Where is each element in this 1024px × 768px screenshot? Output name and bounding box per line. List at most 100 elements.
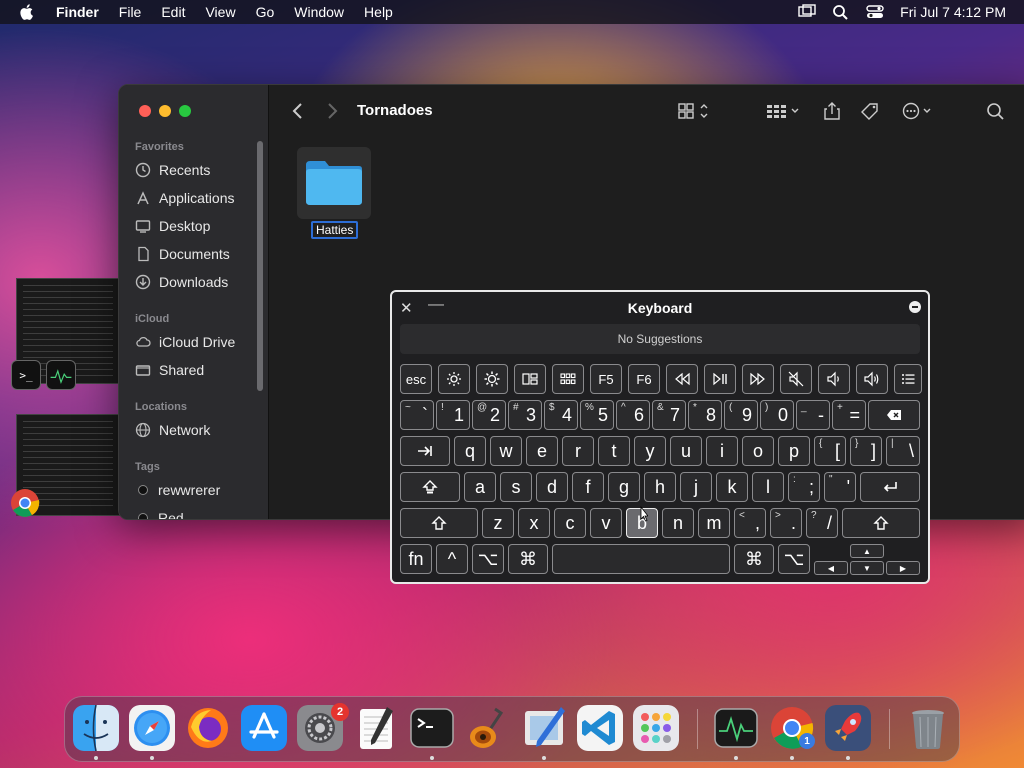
key-2[interactable]: @2	[472, 400, 506, 430]
keyboard-options-icon[interactable]	[909, 301, 921, 313]
dock-app-store-icon[interactable]	[241, 705, 287, 751]
menu-help[interactable]: Help	[364, 4, 393, 20]
apple-menu-icon[interactable]	[18, 3, 36, 21]
sidebar-tag-red[interactable]: Red	[135, 507, 184, 519]
key-h[interactable]: h	[644, 472, 676, 502]
key-control[interactable]: ^	[436, 544, 468, 574]
key-4[interactable]: $4	[544, 400, 578, 430]
key-backslash[interactable]: | \	[886, 436, 920, 466]
key-3[interactable]: #3	[508, 400, 542, 430]
group-by-grid-icon[interactable]	[765, 101, 803, 121]
key-n[interactable]: n	[662, 508, 694, 538]
dock-safari-icon[interactable]	[129, 705, 175, 751]
key-f[interactable]: f	[572, 472, 604, 502]
key-o[interactable]: o	[742, 436, 774, 466]
minimize-button[interactable]	[159, 105, 171, 117]
dock-garageband-icon[interactable]	[465, 705, 511, 751]
sidebar-item-documents[interactable]: Documents	[135, 243, 230, 265]
key-space[interactable]	[552, 544, 730, 574]
dock-launchpad-icon[interactable]	[633, 705, 679, 751]
key-comma[interactable]: <,	[734, 508, 766, 538]
key-v[interactable]: v	[590, 508, 622, 538]
key-f5[interactable]: F5	[590, 364, 622, 394]
key-semicolon[interactable]: :;	[788, 472, 820, 502]
volume-up-icon[interactable]	[856, 364, 888, 394]
key-i[interactable]: i	[706, 436, 738, 466]
sidebar-item-downloads[interactable]: Downloads	[135, 271, 228, 293]
key-f6[interactable]: F6	[628, 364, 660, 394]
menu-view[interactable]: View	[205, 4, 235, 20]
menu-edit[interactable]: Edit	[161, 4, 185, 20]
launchpad-icon[interactable]	[552, 364, 584, 394]
dock-rocket-app-icon[interactable]	[825, 705, 871, 751]
sidebar-item-icloud-drive[interactable]: iCloud Drive	[135, 331, 235, 353]
key-equals[interactable]: + =	[832, 400, 866, 430]
key-1[interactable]: ! 1	[436, 400, 470, 430]
key-p[interactable]: p	[778, 436, 810, 466]
key-l[interactable]: l	[752, 472, 784, 502]
menu-app-name[interactable]: Finder	[56, 4, 99, 20]
key-t[interactable]: t	[598, 436, 630, 466]
key-c[interactable]: c	[554, 508, 586, 538]
tab-key-icon[interactable]	[400, 436, 450, 466]
key-command-left[interactable]: ⌘	[508, 544, 548, 574]
right-shift-key-icon[interactable]	[842, 508, 920, 538]
rewind-icon[interactable]	[666, 364, 698, 394]
arrow-left-icon[interactable]: ◀	[814, 561, 848, 575]
activity-monitor-icon[interactable]	[46, 360, 76, 390]
zoom-button[interactable]	[179, 105, 191, 117]
dock-activity-monitor-icon[interactable]	[713, 705, 759, 751]
folder-name-editing-field[interactable]: Hatties	[311, 221, 359, 239]
dock-textedit-icon[interactable]	[353, 705, 399, 751]
more-actions-icon[interactable]	[901, 101, 937, 121]
sidebar-tag-rewwrerer[interactable]: rewwrerer	[135, 479, 220, 501]
tag-icon[interactable]	[859, 101, 881, 121]
share-icon[interactable]	[821, 101, 843, 121]
key-a[interactable]: a	[464, 472, 496, 502]
dock-terminal-icon[interactable]	[409, 705, 455, 751]
key-g[interactable]: g	[608, 472, 640, 502]
screen-mirroring-icon[interactable]	[798, 4, 816, 20]
mute-icon[interactable]	[780, 364, 812, 394]
left-shift-key-icon[interactable]	[400, 508, 478, 538]
dock-firefox-icon[interactable]	[185, 705, 231, 751]
arrow-down-icon[interactable]: ▼	[850, 561, 884, 575]
key-u[interactable]: u	[670, 436, 702, 466]
key-6[interactable]: ^ 6	[616, 400, 650, 430]
sidebar-item-desktop[interactable]: Desktop	[135, 215, 210, 237]
key-m[interactable]: m	[698, 508, 730, 538]
menu-go[interactable]: Go	[256, 4, 275, 20]
spotlight-search-icon[interactable]	[832, 4, 850, 20]
brightness-up-icon[interactable]	[476, 364, 508, 394]
menu-window[interactable]: Window	[294, 4, 344, 20]
fast-forward-icon[interactable]	[742, 364, 774, 394]
key-slash[interactable]: ? /	[806, 508, 838, 538]
search-icon[interactable]	[985, 101, 1007, 121]
play-pause-icon[interactable]	[704, 364, 736, 394]
key-0[interactable]: ) 0	[760, 400, 794, 430]
close-button[interactable]	[139, 105, 151, 117]
sidebar-item-shared[interactable]: Shared	[135, 359, 204, 381]
key-command-right[interactable]: ⌘	[734, 544, 774, 574]
sidebar-item-recents[interactable]: Recents	[135, 159, 210, 181]
folder-item[interactable]	[297, 147, 371, 219]
key-e[interactable]: e	[526, 436, 558, 466]
key-period[interactable]: >.	[770, 508, 802, 538]
dock-preview-icon[interactable]	[521, 705, 567, 751]
key-5[interactable]: % 5	[580, 400, 614, 430]
brightness-down-icon[interactable]	[438, 364, 470, 394]
key-option-right[interactable]: ⌥	[778, 544, 810, 574]
key-q[interactable]: q	[454, 436, 486, 466]
key-7[interactable]: & 7	[652, 400, 686, 430]
key-left-bracket[interactable]: {[	[814, 436, 846, 466]
list-icon[interactable]	[894, 364, 922, 394]
menu-file[interactable]: File	[119, 4, 142, 20]
key-s[interactable]: s	[500, 472, 532, 502]
arrow-right-icon[interactable]: ▶	[886, 561, 920, 575]
terminal-icon[interactable]: >_	[11, 360, 41, 390]
volume-down-icon[interactable]	[818, 364, 850, 394]
forward-chevron-icon[interactable]	[321, 101, 343, 121]
key-x[interactable]: x	[518, 508, 550, 538]
key-r[interactable]: r	[562, 436, 594, 466]
key-fn[interactable]: fn	[400, 544, 432, 574]
